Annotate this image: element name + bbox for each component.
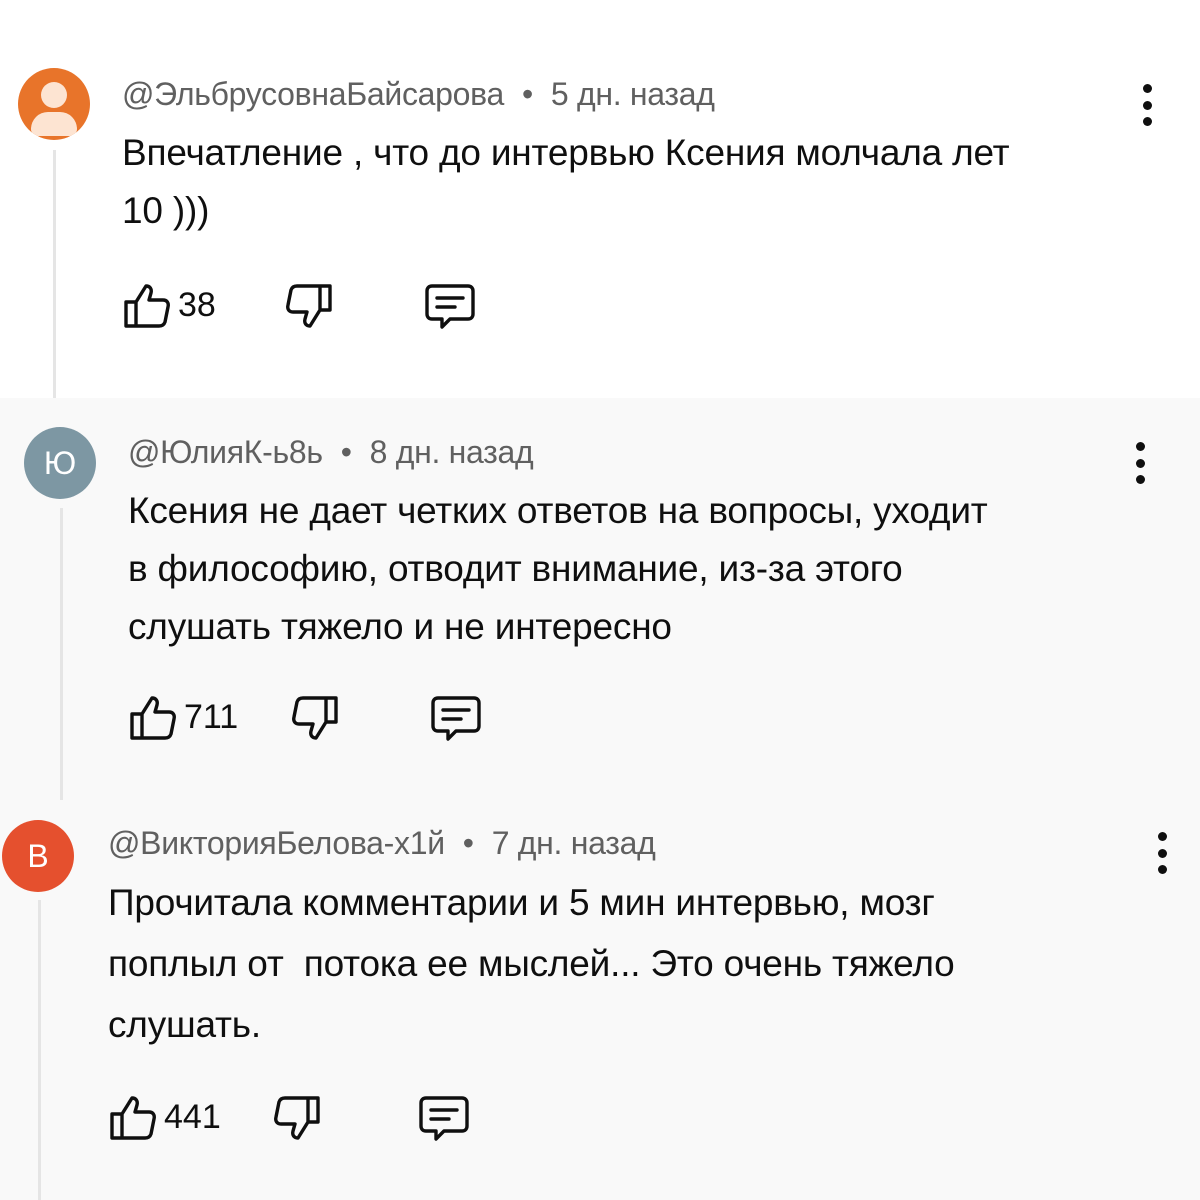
comment-text-line: поплыл от потока ее мыслей... Это очень … xyxy=(108,943,955,984)
comment-meta: @ЮлияК-ь8ь • 8 дн. назад xyxy=(128,434,534,471)
avatar-letter: В xyxy=(27,837,49,874)
thread-line xyxy=(53,150,56,400)
comment-text-line: в философию, отводит внимание, из-за это… xyxy=(128,548,903,589)
comment-text-line: слушать тяжело и не интересно xyxy=(128,606,672,647)
comment-text-line: Впечатление , что до интервью Ксения мол… xyxy=(122,132,1010,173)
comment-text-line: 10 ))) xyxy=(122,190,210,231)
comment-text-line: Прочитала комментарии и 5 мин интервью, … xyxy=(108,882,935,923)
thumbs-up-icon[interactable] xyxy=(126,690,182,746)
comment-author[interactable]: @ЮлияК-ь8ь xyxy=(128,434,323,470)
avatar[interactable] xyxy=(18,68,90,140)
meta-separator: • xyxy=(340,434,352,470)
comment-time[interactable]: 7 дн. назад xyxy=(492,825,656,861)
comment-item: В @ВикторияБелова-х1й • 7 дн. назад Прочит… xyxy=(0,800,1200,1200)
comment-time[interactable]: 5 дн. назад xyxy=(551,76,715,112)
thumbs-down-icon[interactable] xyxy=(268,1090,324,1146)
comment-text: Прочитала комментарии и 5 мин интервью, … xyxy=(108,872,1148,1055)
reply-icon[interactable] xyxy=(422,278,478,334)
reply-icon[interactable] xyxy=(416,1090,472,1146)
thread-line xyxy=(38,900,41,1200)
meta-separator: • xyxy=(462,825,474,861)
reply-icon[interactable] xyxy=(428,690,484,746)
like-count: 38 xyxy=(178,286,216,324)
thumbs-up-icon[interactable] xyxy=(120,278,176,334)
comment-time[interactable]: 8 дн. назад xyxy=(370,434,534,470)
comment-meta: @ЭльбрусовнаБайсарова • 5 дн. назад xyxy=(122,76,715,113)
more-vertical-icon[interactable] xyxy=(1152,828,1172,878)
avatar[interactable]: Ю xyxy=(24,427,96,499)
comment-item: @ЭльбрусовнаБайсарова • 5 дн. назад Впечат… xyxy=(0,0,1200,400)
comment-author[interactable]: @ЭльбрусовнаБайсарова xyxy=(122,76,504,112)
comment-text: Ксения не дает четких ответов на вопросы… xyxy=(128,482,1138,656)
thumbs-up-icon[interactable] xyxy=(106,1090,162,1146)
meta-separator: • xyxy=(522,76,533,112)
avatar-person-icon xyxy=(41,82,67,108)
comment-meta: @ВикторияБелова-х1й • 7 дн. назад xyxy=(108,825,656,862)
comment-text: Впечатление , что до интервью Ксения мол… xyxy=(122,124,1152,240)
thumbs-down-icon[interactable] xyxy=(286,690,342,746)
thread-line xyxy=(60,508,63,800)
thumbs-down-icon[interactable] xyxy=(280,278,336,334)
more-vertical-icon[interactable] xyxy=(1130,438,1150,488)
avatar[interactable]: В xyxy=(2,820,74,892)
comment-item: Ю @ЮлияК-ь8ь • 8 дн. назад Ксения не дает … xyxy=(0,398,1200,800)
like-count: 711 xyxy=(184,698,239,736)
comment-text-line: Ксения не дает четких ответов на вопросы… xyxy=(128,490,988,531)
more-vertical-icon[interactable] xyxy=(1137,80,1157,130)
comment-author[interactable]: @ВикторияБелова-х1й xyxy=(108,825,445,861)
like-count: 441 xyxy=(164,1098,221,1136)
comment-text-line: слушать. xyxy=(108,1004,261,1045)
avatar-letter: Ю xyxy=(43,444,77,481)
